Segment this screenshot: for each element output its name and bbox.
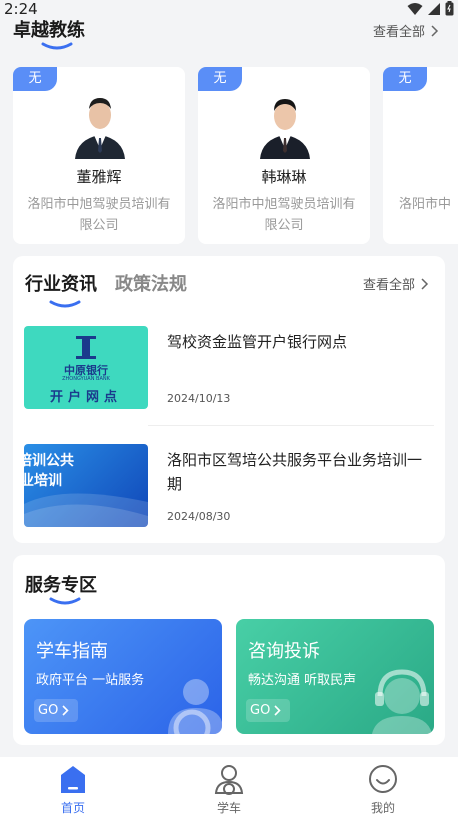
service-card-subtitle: 政府平台 一站服务 xyxy=(36,673,145,688)
coaches-view-all-link[interactable]: 查看全部 xyxy=(373,21,439,40)
coach-organization: 洛阳市中 xyxy=(399,197,452,212)
thumb-bank-name-en: ZHONGYUAN BANK xyxy=(62,376,110,382)
chevron-right-icon xyxy=(62,705,69,716)
title-underline xyxy=(41,42,73,50)
coaches-title: 卓越教练 xyxy=(13,20,85,41)
services-panel: 服务专区 学车指南 政府平台 一站服务 GO 咨询投诉 畅达沟通 听取民声 GO xyxy=(13,555,445,745)
headset-agent-icon xyxy=(372,669,432,734)
smile-face-icon xyxy=(369,765,397,793)
home-icon xyxy=(61,766,85,793)
coaches-header: 卓越教练 查看全部 xyxy=(13,16,445,56)
chevron-right-icon xyxy=(431,24,439,37)
coach-name: 董雅辉 xyxy=(76,168,122,186)
tabbar-item-mine[interactable]: 我的 xyxy=(343,763,423,816)
news-tabs: 行业资讯 政策法规 xyxy=(25,270,187,296)
coach-organization: 洛阳市中旭驾驶员培训有限公司 xyxy=(27,197,171,233)
coach-name: 韩琳琳 xyxy=(261,168,307,186)
coach-badge: 无 xyxy=(13,67,57,91)
service-card-title: 学车指南 xyxy=(36,641,108,662)
coach-card[interactable]: 无 董雅辉 洛阳市中旭驾驶员培训有限公司 xyxy=(13,67,185,244)
go-button[interactable]: GO xyxy=(246,699,290,722)
coach-photo xyxy=(75,98,125,159)
news-title: 驾校资金监管开户银行网点 xyxy=(167,333,348,351)
tabbar-label: 学车 xyxy=(216,801,241,815)
battery-icon xyxy=(445,1,454,16)
news-divider xyxy=(148,425,434,426)
wifi-icon xyxy=(407,2,423,15)
tabbar-label: 首页 xyxy=(60,801,85,815)
learning-guide-card[interactable]: 学车指南 政府平台 一站服务 GO xyxy=(24,619,222,734)
go-button-label: GO xyxy=(250,703,271,718)
chevron-right-icon xyxy=(421,277,429,290)
chevron-right-icon xyxy=(274,705,281,716)
consult-complaint-card[interactable]: 咨询投诉 畅达沟通 听取民声 GO xyxy=(236,619,434,734)
tab-industry-news[interactable]: 行业资讯 xyxy=(25,270,97,296)
news-thumbnail: 培训公共 业培训 xyxy=(24,444,148,527)
news-panel: 行业资讯 政策法规 查看全部 中原银行 ZHONGYUAN BANK 开户网点 … xyxy=(13,256,445,543)
coach-card[interactable]: 无 韩琳琳 洛阳市中旭驾驶员培训有限公司 xyxy=(198,67,370,244)
coach-badge: 无 xyxy=(198,67,242,91)
services-title: 服务专区 xyxy=(25,575,97,596)
coach-card[interactable]: 无 洛阳市中 xyxy=(383,67,458,244)
go-button-label: GO xyxy=(38,703,59,718)
bottom-tab-bar: 首页 学车 我的 xyxy=(0,757,458,820)
coach-photo xyxy=(260,99,310,159)
go-button[interactable]: GO xyxy=(34,699,78,722)
coach-badge: 无 xyxy=(383,67,427,91)
coaches-view-all-label: 查看全部 xyxy=(372,25,425,40)
tab-policies-regulations[interactable]: 政策法规 xyxy=(115,270,187,296)
news-item[interactable]: 中原银行 ZHONGYUAN BANK 开户网点 驾校资金监管开户银行网点 20… xyxy=(24,326,434,412)
coach-organization: 洛阳市中旭驾驶员培训有限公司 xyxy=(212,197,356,233)
thumb-line-2: 业培训 xyxy=(24,473,62,489)
news-date: 2024/08/30 xyxy=(167,510,231,523)
coach-carousel[interactable]: 无 董雅辉 洛阳市中旭驾驶员培训有限公司 无 韩琳琳 洛阳市中旭驾驶员培训有限公… xyxy=(13,67,458,244)
steering-wheel-person-icon xyxy=(168,679,222,734)
thumb-line-1: 培训公共 xyxy=(24,453,74,469)
news-date: 2024/10/13 xyxy=(167,392,231,405)
title-underline xyxy=(49,597,81,605)
learner-icon xyxy=(214,765,244,795)
news-title: 洛阳市区驾培公共服务平台业务培训一期 xyxy=(167,451,423,493)
service-card-title: 咨询投诉 xyxy=(248,641,320,662)
active-tab-underline xyxy=(49,300,81,308)
news-thumbnail: 中原银行 ZHONGYUAN BANK 开户网点 xyxy=(24,326,148,409)
tabbar-item-home[interactable]: 首页 xyxy=(33,763,113,816)
news-item[interactable]: 培训公共 业培训 洛阳市区驾培公共服务平台业务培训一期 2024/08/30 xyxy=(24,444,434,530)
news-view-all-link[interactable]: 查看全部 xyxy=(363,274,429,293)
news-view-all-label: 查看全部 xyxy=(362,278,415,293)
tabbar-label: 我的 xyxy=(370,801,395,815)
thumb-caption: 开户网点 xyxy=(49,390,122,405)
service-card-subtitle: 畅达沟通 听取民声 xyxy=(248,673,357,688)
tabbar-item-learn[interactable]: 学车 xyxy=(189,763,269,816)
signal-icon xyxy=(428,2,440,15)
status-icons xyxy=(407,1,454,16)
